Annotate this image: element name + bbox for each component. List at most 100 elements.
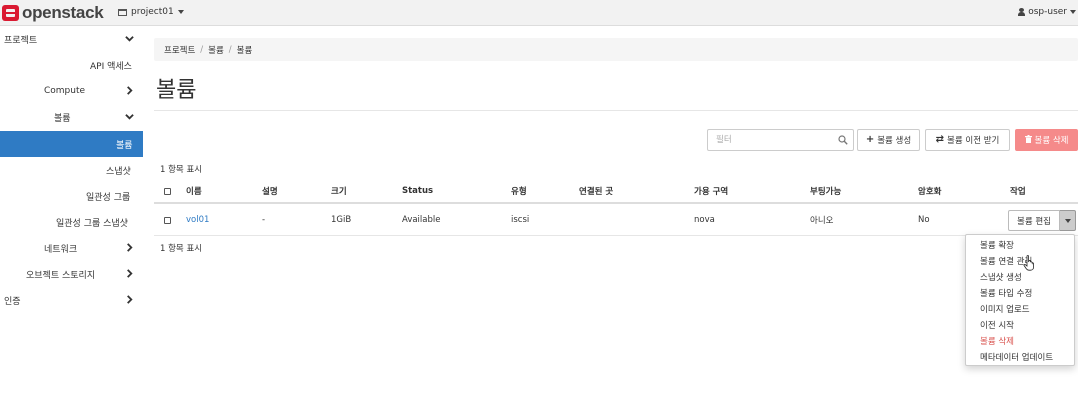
sidebar: 프로젝트 API 액세스 Compute 볼륨 볼륨 스냅샷 일관성 그룹 일관… xyxy=(0,26,143,418)
title-divider xyxy=(154,110,1078,111)
column-header-attached-to[interactable]: 연결된 곳 xyxy=(579,180,613,202)
chevron-down-icon xyxy=(125,112,134,120)
exchange-icon: ⇄ xyxy=(935,134,945,145)
menu-item-change-volume-type[interactable]: 볼륨 타입 수정 xyxy=(966,285,1074,301)
plus-icon: + xyxy=(865,134,875,145)
volume-name-link[interactable]: vol01 xyxy=(186,205,209,235)
breadcrumb-item-project[interactable]: 프로젝트 xyxy=(164,44,195,56)
menu-item-create-transfer[interactable]: 이전 시작 xyxy=(966,317,1074,333)
volume-bootable: 아니오 xyxy=(810,216,834,226)
breadcrumb-item-volumes-group[interactable]: 볼륨 xyxy=(208,44,224,56)
openstack-logo[interactable]: openstack xyxy=(2,3,104,23)
search-icon[interactable] xyxy=(838,135,848,145)
menu-item-manage-attachments[interactable]: 볼륨 연결 관리 xyxy=(966,253,1074,269)
trash-icon xyxy=(1024,134,1032,146)
breadcrumb-separator: / xyxy=(228,44,232,55)
delete-volumes-label: 볼륨 삭제 xyxy=(1034,136,1069,146)
sidebar-item-label: 네트워크 xyxy=(44,244,78,255)
sidebar-item-label: 스냅샷 xyxy=(106,166,131,177)
column-header-status[interactable]: Status xyxy=(402,180,433,202)
column-header-actions: 작업 xyxy=(1010,187,1026,197)
column-header-description[interactable]: 설명 xyxy=(262,180,278,202)
sidebar-item-label: 프로젝트 xyxy=(4,35,38,46)
breadcrumb-separator: / xyxy=(200,44,204,55)
sidebar-item-label: 오브젝트 스토리지 xyxy=(26,270,96,281)
top-navbar: openstack project01 osp-user xyxy=(0,0,1078,26)
sidebar-item-label: 볼륨 xyxy=(54,113,71,124)
user-icon xyxy=(1018,8,1026,16)
row-actions-menu: 볼륨 확장 볼륨 연결 관리 스냅샷 생성 볼륨 타입 수정 이미지 업로드 이… xyxy=(965,234,1075,366)
sidebar-item-consistency-group-snapshots[interactable]: 일관성 그룹 스냅샷 xyxy=(0,209,143,235)
chevron-right-icon xyxy=(125,269,133,278)
create-volume-button[interactable]: + 볼륨 생성 xyxy=(857,129,920,151)
volume-encrypted: No xyxy=(918,215,930,225)
select-all-checkbox[interactable] xyxy=(164,180,171,202)
sidebar-item-volumes-group[interactable]: 볼륨 xyxy=(0,104,143,130)
sidebar-item-consistency-groups[interactable]: 일관성 그룹 xyxy=(0,183,143,209)
brand-name: openstack xyxy=(22,3,104,22)
column-header-bootable[interactable]: 부팅가능 xyxy=(810,180,841,202)
sidebar-item-label: API 액세스 xyxy=(90,61,132,72)
menu-item-upload-to-image[interactable]: 이미지 업로드 xyxy=(966,301,1074,317)
chevron-right-icon xyxy=(125,86,133,95)
item-count-bottom: 1 항목 표시 xyxy=(160,244,203,254)
sidebar-item-label: 인증 xyxy=(4,296,21,307)
chevron-down-icon xyxy=(125,34,134,42)
project-selector[interactable]: project01 xyxy=(118,7,184,17)
user-name: osp-user xyxy=(1028,7,1067,17)
menu-item-extend-volume[interactable]: 볼륨 확장 xyxy=(966,237,1074,253)
table-header: 이름 설명 크기 Status 유형 연결된 곳 가용 구역 부팅가능 암호화 … xyxy=(154,180,1078,204)
breadcrumb-item-volumes: 볼륨 xyxy=(236,45,253,56)
volume-description: - xyxy=(262,215,266,225)
caret-down-icon xyxy=(1070,10,1076,14)
sidebar-item-identity[interactable]: 인증 xyxy=(0,287,143,313)
filter-field xyxy=(707,129,854,151)
project-icon xyxy=(118,8,127,16)
menu-item-create-snapshot[interactable]: 스냅샷 생성 xyxy=(966,269,1074,285)
sidebar-item-label: 볼륨 xyxy=(116,140,133,151)
breadcrumb: 프로젝트 / 볼륨 / 볼륨 xyxy=(154,38,1078,61)
column-header-encrypted[interactable]: 암호화 xyxy=(918,180,941,202)
column-header-availability-zone[interactable]: 가용 구역 xyxy=(694,180,728,202)
column-header-type[interactable]: 유형 xyxy=(511,180,527,202)
caret-down-icon xyxy=(1064,218,1071,223)
sidebar-item-object-storage[interactable]: 오브젝트 스토리지 xyxy=(0,261,143,287)
sidebar-item-network[interactable]: 네트워크 xyxy=(0,235,143,261)
caret-down-icon xyxy=(177,10,184,14)
create-volume-label: 볼륨 생성 xyxy=(877,136,912,146)
menu-item-delete-volume[interactable]: 볼륨 삭제 xyxy=(966,333,1074,349)
checkbox-icon xyxy=(164,216,171,224)
delete-volumes-button[interactable]: 볼륨 삭제 xyxy=(1015,129,1078,151)
user-menu[interactable]: osp-user xyxy=(1018,7,1076,17)
sidebar-item-label: Compute xyxy=(44,86,86,96)
volume-size: 1GiB xyxy=(331,215,352,225)
menu-item-update-metadata[interactable]: 메타데이터 업데이트 xyxy=(966,349,1074,365)
edit-volume-button[interactable]: 볼륨 편집 xyxy=(1008,210,1060,231)
sidebar-item-api-access[interactable]: API 액세스 xyxy=(0,52,143,78)
openstack-logo-icon xyxy=(2,5,19,21)
row-actions-toggle[interactable] xyxy=(1060,210,1076,231)
sidebar-item-label: 일관성 그룹 xyxy=(86,192,131,203)
table-row: vol01 - 1GiB Available iscsi nova 아니오 No xyxy=(154,205,1078,236)
volume-availability-zone: nova xyxy=(694,215,715,225)
hand-cursor-icon xyxy=(1023,255,1035,271)
filter-input[interactable] xyxy=(716,131,836,149)
accept-transfer-label: 볼륨 이전 받기 xyxy=(947,136,1000,146)
sidebar-item-snapshots[interactable]: 스냅샷 xyxy=(0,157,143,183)
sidebar-item-project[interactable]: 프로젝트 xyxy=(0,26,143,52)
checkbox-icon xyxy=(164,187,171,195)
column-header-size[interactable]: 크기 xyxy=(331,180,347,202)
volume-status: Available xyxy=(402,215,441,225)
row-action-group: 볼륨 편집 xyxy=(1008,210,1076,231)
project-name: project01 xyxy=(131,7,174,17)
accept-transfer-button[interactable]: ⇄ 볼륨 이전 받기 xyxy=(925,129,1010,151)
sidebar-item-label: 일관성 그룹 스냅샷 xyxy=(56,218,128,229)
sidebar-item-compute[interactable]: Compute xyxy=(0,78,143,104)
page-title: 볼륨 xyxy=(156,78,197,103)
volume-type: iscsi xyxy=(511,215,530,225)
column-header-name[interactable]: 이름 xyxy=(186,180,202,202)
row-select-checkbox[interactable] xyxy=(164,205,171,235)
item-count-top: 1 항목 표시 xyxy=(160,165,203,175)
sidebar-item-volumes[interactable]: 볼륨 xyxy=(0,131,143,157)
chevron-right-icon xyxy=(125,295,133,304)
